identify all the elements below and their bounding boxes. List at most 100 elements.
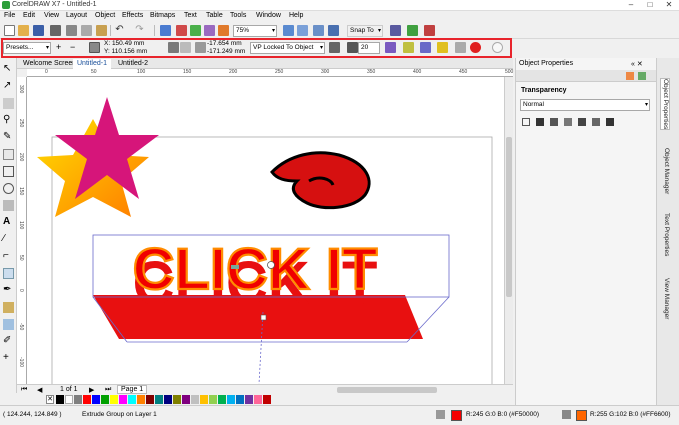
full-screen-icon[interactable] — [283, 25, 294, 36]
open-folder-icon[interactable] — [18, 25, 29, 36]
show-guidelines-icon[interactable] — [328, 25, 339, 36]
no-color-swatch[interactable]: ✕ — [46, 395, 54, 404]
page-tab[interactable]: Page 1 — [117, 385, 148, 394]
color-swatch[interactable] — [245, 395, 253, 404]
undo-icon[interactable]: ↶ — [114, 25, 125, 36]
snap-to-dropdown[interactable]: Snap To ▾ — [347, 25, 383, 37]
two-color-transparency-icon[interactable] — [592, 118, 600, 126]
publish-pdf-icon[interactable] — [204, 25, 215, 36]
redo-icon[interactable]: ↷ — [134, 25, 145, 36]
menu-effects[interactable]: Effects — [122, 12, 143, 19]
menu-window[interactable]: Window — [256, 12, 281, 19]
color-swatch[interactable] — [164, 395, 172, 404]
horizontal-ruler[interactable]: 0 50 100 150 200 250 300 350 400 450 500 — [27, 69, 513, 77]
side-tab-view-manager[interactable]: View Manager — [660, 278, 670, 319]
color-swatch[interactable] — [83, 395, 91, 404]
options-icon[interactable] — [390, 25, 401, 36]
color-swatch[interactable] — [191, 395, 199, 404]
color-swatch[interactable] — [119, 395, 127, 404]
color-swatch[interactable] — [218, 395, 226, 404]
color-swatch[interactable] — [173, 395, 181, 404]
app-launcher-icon[interactable] — [218, 25, 229, 36]
side-tab-text-properties[interactable]: Text Properties — [660, 213, 670, 256]
next-page-icon[interactable]: ▶ — [89, 386, 94, 394]
transparency-properties-icon[interactable] — [638, 72, 646, 80]
paste-icon[interactable] — [96, 25, 107, 36]
menu-help[interactable]: Help — [289, 12, 303, 19]
previous-page-icon[interactable]: ◀ — [37, 386, 42, 394]
menu-text[interactable]: Text — [184, 12, 197, 19]
parallel-dimension-icon[interactable]: ∕ — [3, 234, 14, 245]
menu-view[interactable]: View — [44, 12, 59, 19]
new-document-icon[interactable] — [4, 25, 15, 36]
outline-color-swatch[interactable] — [576, 410, 587, 421]
menu-tools[interactable]: Tools — [230, 12, 246, 19]
side-tab-object-manager[interactable]: Object Manager — [660, 148, 670, 194]
copy-icon[interactable] — [81, 25, 92, 36]
color-swatch[interactable] — [74, 395, 82, 404]
cut-icon[interactable] — [66, 25, 77, 36]
connector-tool-icon[interactable]: ⌐ — [3, 251, 14, 262]
ellipse-tool-icon[interactable] — [3, 183, 14, 194]
uniform-transparency-icon[interactable] — [536, 118, 544, 126]
color-swatch[interactable] — [137, 395, 145, 404]
color-swatch[interactable] — [155, 395, 163, 404]
first-page-icon[interactable]: ⏮ — [21, 386, 27, 394]
rectangle-tool-icon[interactable] — [3, 166, 14, 177]
crop-tool-icon[interactable] — [3, 98, 14, 109]
vertical-scrollbar[interactable] — [504, 77, 513, 384]
last-page-icon[interactable]: ⏭ — [105, 386, 111, 394]
bitmap-pattern-transparency-icon[interactable] — [578, 118, 586, 126]
color-swatch[interactable] — [236, 395, 244, 404]
zoom-level-select[interactable]: 75% ▾ — [233, 25, 277, 37]
extrude-handle[interactable] — [267, 261, 275, 269]
tab-untitled-1[interactable]: Untitled-1 — [73, 59, 111, 69]
eyedropper-tool-icon[interactable]: ✒ — [3, 285, 14, 296]
fill-color-swatch[interactable] — [451, 410, 462, 421]
extrude-group[interactable]: CLICK IT CLICK IT — [92, 234, 450, 384]
import-icon[interactable] — [176, 25, 187, 36]
search-content-icon[interactable] — [160, 25, 171, 36]
shape-tool-icon[interactable]: ↗ — [3, 81, 14, 92]
maximize-button[interactable]: □ — [641, 0, 659, 10]
extrude-tool-icon[interactable] — [3, 268, 14, 279]
color-swatch[interactable] — [92, 395, 100, 404]
show-rulers-icon[interactable] — [297, 25, 308, 36]
color-swatch[interactable] — [200, 395, 208, 404]
color-swatch[interactable] — [209, 395, 217, 404]
color-swatch[interactable] — [254, 395, 262, 404]
docker-arrows-icon[interactable]: « ✕ — [631, 60, 643, 68]
zoom-tool-icon[interactable]: ⚲ — [3, 115, 14, 126]
texture-transparency-icon[interactable] — [606, 118, 614, 126]
expand-toolbox-icon[interactable]: + — [3, 353, 14, 364]
tab-untitled-2[interactable]: Untitled-2 — [114, 59, 152, 69]
color-swatch[interactable] — [128, 395, 136, 404]
horizontal-scrollbar[interactable] — [337, 387, 437, 393]
pick-tool-icon[interactable]: ↖ — [3, 64, 14, 75]
lips-shape[interactable] — [270, 151, 371, 210]
extrude-handle[interactable] — [260, 314, 267, 321]
color-swatch[interactable] — [182, 395, 190, 404]
drawing-canvas[interactable]: CLICK IT CLICK IT — [27, 77, 504, 384]
menu-file[interactable]: File — [4, 12, 15, 19]
artistic-media-icon[interactable] — [3, 149, 14, 160]
extrude-handle[interactable] — [231, 265, 239, 269]
print-icon[interactable] — [50, 25, 61, 36]
color-swatch[interactable] — [227, 395, 235, 404]
menu-object[interactable]: Object — [95, 12, 115, 19]
color-swatch[interactable] — [146, 395, 154, 404]
interactive-fill-icon[interactable] — [3, 302, 14, 313]
smart-fill-icon[interactable] — [3, 319, 14, 330]
vector-pattern-transparency-icon[interactable] — [564, 118, 572, 126]
outline-pen-icon[interactable]: ✐ — [3, 336, 14, 347]
color-swatch[interactable] — [263, 395, 271, 404]
transparency-mode-select[interactable]: Normal ▾ — [520, 99, 650, 111]
freehand-tool-icon[interactable]: ✎ — [3, 132, 14, 143]
export-icon[interactable] — [190, 25, 201, 36]
no-transparency-icon[interactable] — [522, 118, 530, 126]
fill-properties-icon[interactable] — [626, 72, 634, 80]
launch-icon[interactable] — [424, 25, 435, 36]
scrollbar-thumb[interactable] — [506, 137, 512, 297]
color-swatch[interactable] — [56, 395, 64, 404]
close-button[interactable]: ✕ — [660, 0, 678, 10]
